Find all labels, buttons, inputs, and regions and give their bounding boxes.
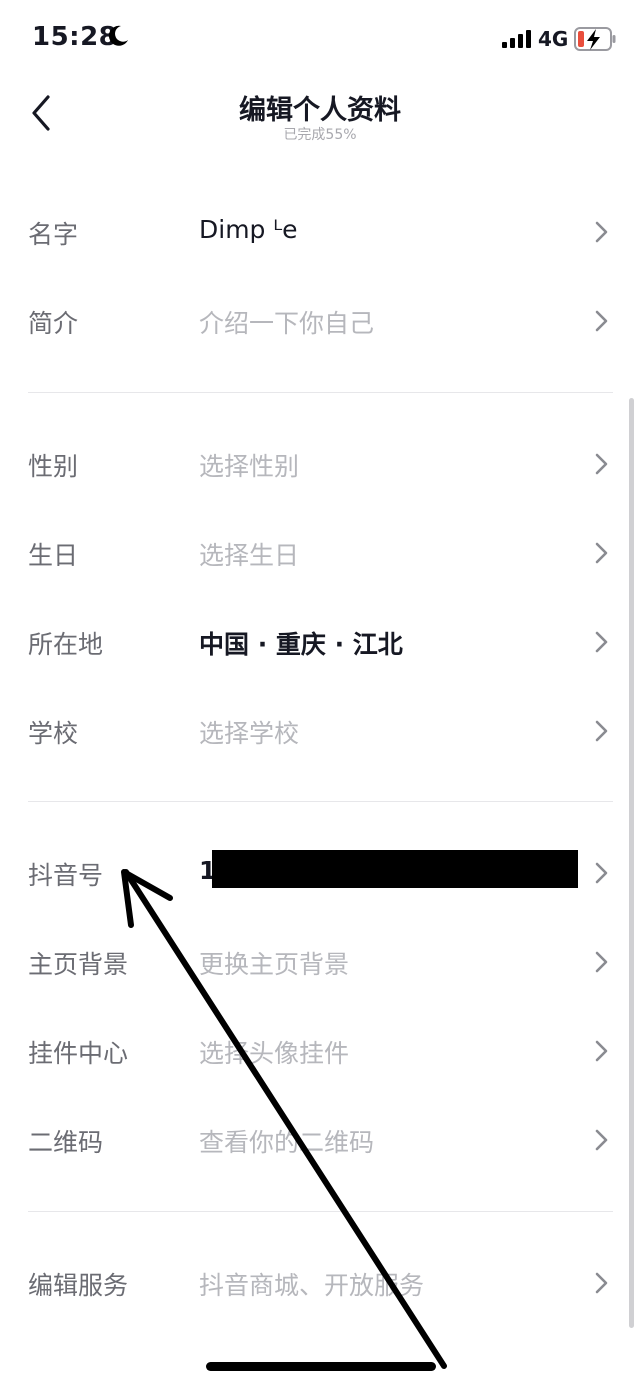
row-value: 选择学校: [199, 719, 300, 748]
row-value: 选择生日: [199, 541, 300, 570]
row-pendant-center[interactable]: 挂件中心 选择头像挂件: [0, 1012, 640, 1092]
chevron-right-icon: [595, 1129, 608, 1151]
row-label: 挂件中心: [28, 1039, 129, 1068]
home-indicator[interactable]: [206, 1362, 436, 1371]
row-label: 编辑服务: [28, 1271, 129, 1300]
row-value: 查看你的二维码: [199, 1128, 375, 1157]
row-label: 生日: [28, 541, 79, 570]
chevron-right-icon: [595, 310, 608, 332]
battery-charging-icon: [574, 27, 616, 51]
row-label: 学校: [28, 719, 79, 748]
row-value: 中国 · 重庆 · 江北: [199, 630, 403, 659]
row-label: 主页背景: [28, 950, 129, 979]
chevron-right-icon: [595, 1040, 608, 1062]
row-value: 选择性别: [199, 452, 300, 481]
section-divider: [28, 392, 613, 393]
row-label: 所在地: [28, 630, 104, 659]
row-value: Dimp ᴸe: [199, 215, 298, 244]
row-edit-services[interactable]: 编辑服务 抖音商城、开放服务: [0, 1244, 640, 1324]
network-type: 4G: [538, 27, 569, 51]
row-value: 抖音商城、开放服务: [199, 1271, 425, 1300]
status-bar: 15:28 4G: [0, 0, 640, 80]
chevron-right-icon: [595, 1272, 608, 1294]
section-divider: [28, 1211, 613, 1212]
row-name[interactable]: 名字 Dimp ᴸe: [0, 193, 640, 273]
row-location[interactable]: 所在地 中国 · 重庆 · 江北: [0, 603, 640, 683]
section-divider: [28, 801, 613, 802]
chevron-right-icon: [595, 542, 608, 564]
status-time: 15:28: [32, 22, 118, 52]
row-bio[interactable]: 简介 介绍一下你自己: [0, 282, 640, 362]
chevron-right-icon: [595, 631, 608, 653]
row-label: 二维码: [28, 1128, 104, 1157]
row-birthday[interactable]: 生日 选择生日: [0, 514, 640, 594]
chevron-right-icon: [595, 453, 608, 475]
signal-icon: [502, 30, 531, 48]
row-value: 选择头像挂件: [199, 1039, 350, 1068]
row-value: 介绍一下你自己: [199, 309, 375, 338]
moon-icon: [108, 25, 128, 46]
redaction-bar: [212, 850, 578, 888]
chevron-right-icon: [595, 221, 608, 243]
row-school[interactable]: 学校 选择学校: [0, 692, 640, 772]
row-label: 性别: [28, 452, 79, 481]
row-label: 名字: [28, 220, 79, 249]
row-value: 更换主页背景: [199, 950, 350, 979]
row-homepage-background[interactable]: 主页背景 更换主页背景: [0, 923, 640, 1003]
row-label: 简介: [28, 309, 79, 338]
scrollbar[interactable]: [629, 398, 634, 1328]
completion-progress: 已完成55%: [283, 127, 357, 143]
page-title: 编辑个人资料: [239, 95, 401, 126]
row-gender[interactable]: 性别 选择性别: [0, 425, 640, 505]
row-label: 抖音号: [28, 861, 104, 890]
chevron-right-icon: [595, 951, 608, 973]
chevron-right-icon: [595, 862, 608, 884]
chevron-right-icon: [595, 720, 608, 742]
row-qr-code[interactable]: 二维码 查看你的二维码: [0, 1101, 640, 1181]
